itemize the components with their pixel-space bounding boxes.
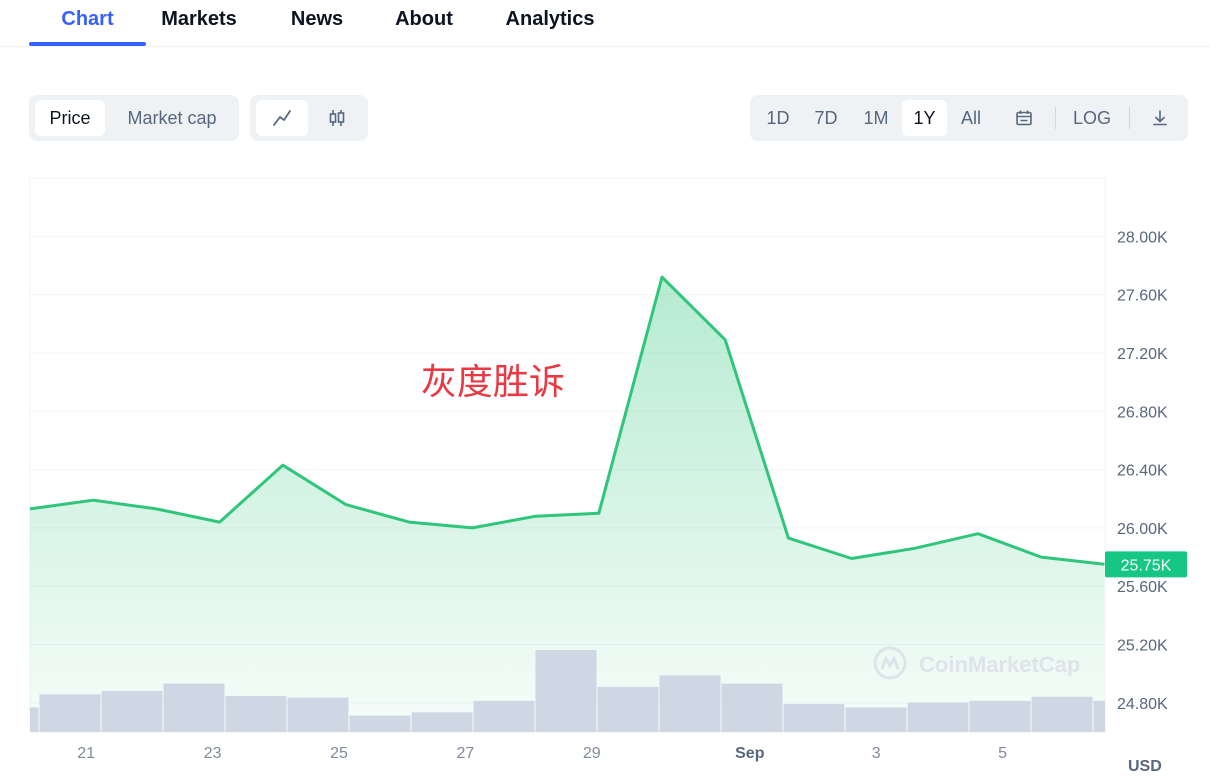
volume-bar [969,700,1031,732]
volume-bar [1093,700,1105,732]
price-chart[interactable]: 28.00K 27.60K 27.20K 26.80K 26.40K 26.00K 25.6… [0,0,1210,779]
volume-bar [1031,696,1093,732]
watermark-text: CoinMarketCap [919,652,1080,677]
volume-bar [287,697,349,732]
y-tick-label: 27.60K [1117,288,1168,305]
x-tick-label: 23 [204,745,222,762]
volume-bar [907,702,969,732]
volume-bar [721,683,783,732]
volume-bar [473,700,535,732]
y-tick-label: 27.20K [1117,346,1168,363]
x-tick-label: 5 [998,745,1007,762]
volume-bar [411,712,473,732]
volume-bar [659,675,721,732]
y-tick-label: 26.40K [1117,463,1168,480]
x-tick-label: 29 [583,745,601,762]
y-tick-label: 24.80K [1117,696,1168,713]
y-tick-label: 25.20K [1117,638,1168,655]
volume-bar [535,650,597,732]
x-tick-label: 27 [457,745,475,762]
volume-bar [597,686,659,732]
x-tick-label: 3 [872,745,881,762]
volume-bar [225,695,287,732]
x-tick-label: Sep [735,745,765,762]
x-tick-label: 25 [330,745,348,762]
currency-unit-label: USD [1128,758,1162,775]
volume-bar [349,715,411,732]
volume-bar [101,691,163,732]
y-tick-label: 25.60K [1117,579,1168,596]
x-tick-label: 21 [77,745,95,762]
chart-annotation: 灰度胜诉 [421,362,565,403]
current-price-label: 25.75K [1121,557,1172,574]
volume-bar [163,683,225,732]
y-tick-label: 26.00K [1117,521,1168,538]
volume-bar [30,707,39,732]
y-tick-label: 26.80K [1117,404,1168,421]
volume-bar [783,704,845,732]
volume-bar [845,707,907,732]
volume-bar [39,694,101,732]
y-tick-label: 28.00K [1117,229,1168,246]
